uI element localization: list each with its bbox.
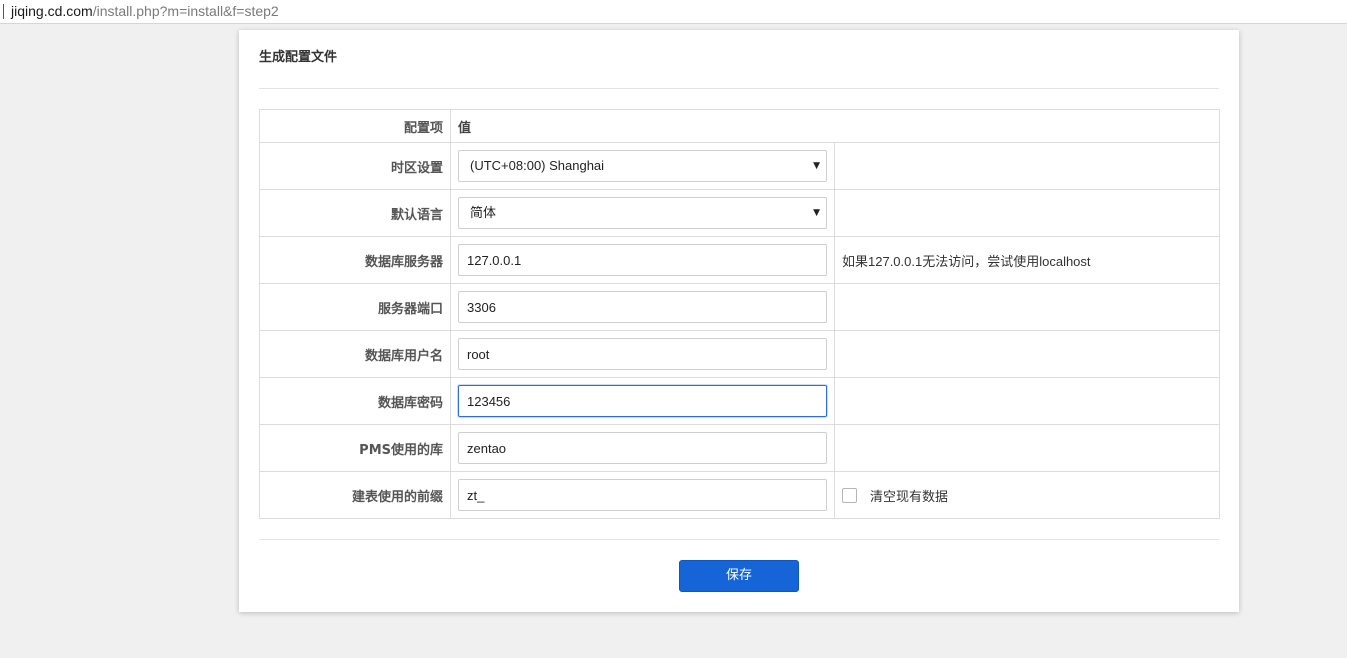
- dropdown-arrow-icon: ▼: [813, 208, 820, 218]
- save-button[interactable]: 保存: [679, 560, 799, 592]
- language-select-value: 简体: [470, 205, 497, 220]
- db-port-label: 服务器端口: [259, 283, 451, 331]
- db-password-label: 数据库密码: [259, 377, 451, 425]
- timezone-select[interactable]: (UTC+08:00) Shanghai ▼: [458, 150, 827, 182]
- table-row-db-name: PMS使用的库: [259, 424, 1221, 472]
- language-select[interactable]: 简体 ▼: [458, 197, 827, 229]
- language-note: [833, 189, 1221, 237]
- db-prefix-input[interactable]: [458, 479, 827, 511]
- dropdown-arrow-icon: ▼: [813, 161, 820, 171]
- clear-data-option[interactable]: 清空现有数据: [842, 486, 1212, 505]
- db-host-hint: 如果127.0.0.1无法访问，尝试使用localhost: [842, 253, 1091, 269]
- url-caret: [3, 4, 4, 19]
- url-path: /install.php?m=install&f=step2: [92, 3, 279, 19]
- db-prefix-label: 建表使用的前缀: [259, 471, 451, 519]
- db-host-input[interactable]: [458, 244, 827, 276]
- header-value: 值: [449, 109, 1221, 143]
- timezone-label: 时区设置: [259, 142, 451, 190]
- table-row-db-prefix: 建表使用的前缀 清空现有数据: [259, 471, 1221, 519]
- url-host: jiqing.cd.com: [11, 3, 93, 19]
- db-name-input[interactable]: [458, 432, 827, 464]
- header-item: 配置项: [259, 109, 451, 143]
- db-password-note: [833, 377, 1221, 425]
- db-user-label: 数据库用户名: [259, 330, 451, 378]
- table-row-timezone: 时区设置 (UTC+08:00) Shanghai ▼: [259, 142, 1221, 190]
- language-label: 默认语言: [259, 189, 451, 237]
- url-text[interactable]: jiqing.cd.com/install.php?m=install&f=st…: [11, 2, 279, 20]
- footer-divider: [259, 539, 1219, 540]
- db-name-note: [833, 424, 1221, 472]
- table-row-db-port: 服务器端口: [259, 283, 1221, 331]
- config-table: 配置项 值 时区设置 (UTC+08:00) Shanghai ▼ 默认语言 简…: [259, 109, 1221, 519]
- table-row-db-password: 数据库密码: [259, 377, 1221, 425]
- clear-data-checkbox[interactable]: [842, 487, 857, 503]
- db-password-input[interactable]: [458, 385, 827, 417]
- db-host-label: 数据库服务器: [259, 236, 451, 284]
- title-divider: [259, 88, 1219, 89]
- page-title: 生成配置文件: [259, 50, 338, 65]
- table-row-language: 默认语言 简体 ▼: [259, 189, 1221, 237]
- address-bar[interactable]: jiqing.cd.com/install.php?m=install&f=st…: [0, 0, 1347, 24]
- table-header-row: 配置项 值: [259, 109, 1221, 143]
- table-row-db-host: 数据库服务器 如果127.0.0.1无法访问，尝试使用localhost: [259, 236, 1221, 284]
- clear-data-label[interactable]: 清空现有数据: [870, 486, 948, 505]
- db-port-input[interactable]: [458, 291, 827, 323]
- db-user-input[interactable]: [458, 338, 827, 370]
- db-name-label: PMS使用的库: [259, 424, 451, 472]
- db-port-note: [833, 283, 1221, 331]
- install-card: 生成配置文件 配置项 值 时区设置 (UTC+08:00) Shanghai ▼…: [239, 30, 1239, 612]
- table-row-db-user: 数据库用户名: [259, 330, 1221, 378]
- timezone-note: [833, 142, 1221, 190]
- timezone-select-value: (UTC+08:00) Shanghai: [470, 158, 605, 173]
- db-user-note: [833, 330, 1221, 378]
